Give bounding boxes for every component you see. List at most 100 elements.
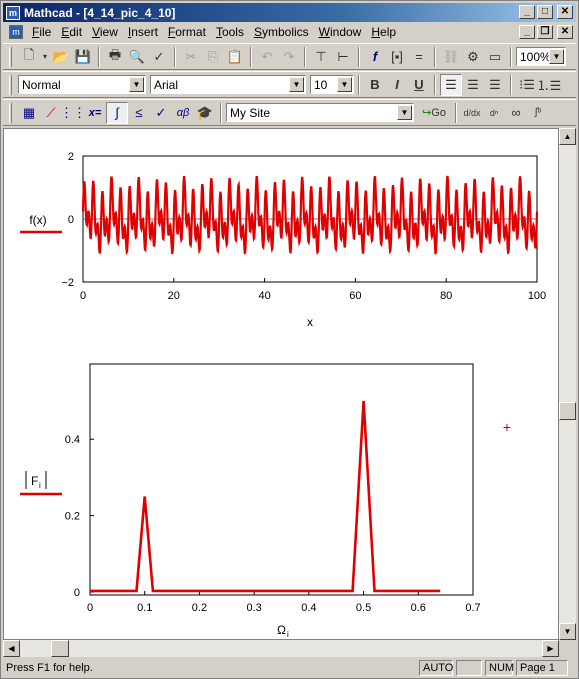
plot-1-xtick-label: 80 xyxy=(440,290,452,302)
chevron-down-icon[interactable]: ▼ xyxy=(549,49,564,64)
bold-button[interactable]: B xyxy=(364,74,386,96)
programming-icon[interactable]: ✓ xyxy=(150,102,172,124)
vertical-scrollbar[interactable]: ▲ ▼ xyxy=(559,128,576,640)
zoom-select[interactable]: 100% ▼ xyxy=(516,47,566,66)
font-size-select[interactable]: 10 ▼ xyxy=(310,75,354,94)
formatting-toolbar: Normal ▼ Arial ▼ 10 ▼ B I U ☰ ☰ ☰ ⁝☰ ⒈☰ xyxy=(3,71,576,98)
go-button[interactable]: ↪ Go xyxy=(417,102,451,124)
scroll-left-arrow-icon[interactable]: ◀ xyxy=(3,640,20,657)
paste-icon[interactable]: 📋 xyxy=(224,46,246,68)
evaluation-icon[interactable]: x= xyxy=(84,102,106,124)
plot-2-frame xyxy=(89,363,474,596)
title-bar: m Mathcad - [4_14_pic_4_10] _ □ ✕ xyxy=(3,3,576,22)
worksheet[interactable]: 0 20 40 60 80 100 2 0 −2 f(x) x 0 0.1 0.2 0.3 0.4 0.… xyxy=(3,128,559,640)
chevron-down-icon[interactable]: ▼ xyxy=(337,77,352,92)
print-preview-icon[interactable]: 🔍 xyxy=(126,46,148,68)
mathcad-app-icon: m xyxy=(6,5,20,20)
plot-2-xtick-label: 0 xyxy=(87,602,93,614)
greek-icon[interactable]: αβ xyxy=(172,102,194,124)
calculate-icon[interactable]: = xyxy=(408,46,430,68)
plot-2[interactable]: 0 0.1 0.2 0.3 0.4 0.5 0.6 0.7 0.4 0.2 0 F i Ω i xyxy=(20,363,481,639)
align-top-icon[interactable]: ⊤ xyxy=(310,46,332,68)
align-center-icon[interactable]: ☰ xyxy=(462,74,484,96)
maximize-button[interactable]: □ xyxy=(537,5,553,19)
menu-insert[interactable]: Insert xyxy=(123,25,163,39)
insert-component-icon[interactable]: ⚙ xyxy=(462,46,484,68)
save-icon[interactable]: 💾 xyxy=(72,46,94,68)
horizontal-scrollbar[interactable]: ◀ ▶ xyxy=(3,640,559,657)
insert-hyperlink-icon[interactable]: ⛓ xyxy=(440,46,462,68)
vertical-scroll-thumb[interactable] xyxy=(559,402,576,420)
graph-icon[interactable]: ⟋ xyxy=(40,102,62,124)
horizontal-scroll-thumb[interactable] xyxy=(51,640,69,657)
spell-check-icon[interactable]: ✓ xyxy=(148,46,170,68)
italic-button[interactable]: I xyxy=(386,74,408,96)
matrix-icon[interactable]: ⋮⋮ xyxy=(60,102,86,124)
align-left-icon[interactable]: ⊢ xyxy=(332,46,354,68)
menu-file[interactable]: File xyxy=(27,25,56,39)
zoom-value: 100% xyxy=(520,49,551,64)
insert-unit-icon[interactable]: [▪] xyxy=(386,46,408,68)
menu-format[interactable]: Format xyxy=(163,25,211,39)
menu-help[interactable]: Help xyxy=(366,25,401,39)
copy-icon[interactable]: ⎘ xyxy=(202,46,224,68)
underline-button[interactable]: U xyxy=(408,74,430,96)
align-right-icon[interactable]: ☰ xyxy=(484,74,506,96)
scroll-right-arrow-icon[interactable]: ▶ xyxy=(542,640,559,657)
align-left-icon[interactable]: ☰ xyxy=(440,73,462,96)
menu-view[interactable]: View xyxy=(87,25,123,39)
plot-1[interactable]: 0 20 40 60 80 100 20−2 f(x) x xyxy=(20,151,546,329)
calculus-icon[interactable]: ∫ xyxy=(106,101,128,124)
nth-derivative-icon[interactable]: dⁿ xyxy=(483,102,505,124)
site-select[interactable]: My Site ▼ xyxy=(226,103,414,122)
chevron-down-icon[interactable]: ▼ xyxy=(397,105,412,120)
plot-2-ylabel-sub: i xyxy=(39,481,41,490)
minimize-button[interactable]: _ xyxy=(519,5,535,19)
doc-close-button[interactable]: ✕ xyxy=(557,25,573,39)
bullets-icon[interactable]: ⁝☰ xyxy=(516,74,538,96)
symbolic-icon[interactable]: 🎓 xyxy=(194,102,216,124)
status-empty-panel xyxy=(456,660,482,676)
chevron-down-icon[interactable]: ▼ xyxy=(129,77,144,92)
print-icon[interactable]: 🖶 xyxy=(104,46,126,68)
calculator-icon[interactable]: ▦ xyxy=(18,102,40,124)
numbering-icon[interactable]: ⒈☰ xyxy=(537,74,562,96)
menu-window[interactable]: Window xyxy=(314,25,367,39)
document-icon[interactable]: m xyxy=(9,25,23,39)
infinity-icon[interactable]: ∞ xyxy=(505,102,527,124)
definite-integral-icon[interactable]: ∫ᵇ xyxy=(527,102,549,124)
plot-1-xtick-label: 60 xyxy=(349,290,361,302)
plot-1-ylabel: f(x) xyxy=(29,213,46,227)
derivative-icon[interactable]: d/dx xyxy=(461,102,483,124)
chevron-down-icon[interactable]: ▼ xyxy=(289,77,304,92)
scroll-down-arrow-icon[interactable]: ▼ xyxy=(559,623,576,640)
plot-1-ytick-label: 0 xyxy=(68,214,74,226)
redo-icon[interactable]: ↷ xyxy=(278,46,300,68)
menu-symbolics[interactable]: Symbolics xyxy=(249,25,314,39)
cut-icon[interactable]: ✂ xyxy=(180,46,202,68)
plot-1-xtick-label: 0 xyxy=(80,290,86,302)
new-dropdown-icon[interactable]: ▾ xyxy=(40,46,50,68)
window-title: Mathcad - [4_14_pic_4_10] xyxy=(24,5,176,20)
toolbar-grip[interactable] xyxy=(9,46,12,67)
open-folder-icon[interactable]: 📂 xyxy=(50,46,72,68)
doc-restore-button[interactable]: ❐ xyxy=(537,25,553,39)
plots-canvas: 0 20 40 60 80 100 20−2 f(x) x 0 0.1 0.2 0.3 0.4 0.… xyxy=(20,151,546,639)
font-size-value: 10 xyxy=(314,77,328,92)
new-document-icon[interactable]: 🗋 xyxy=(18,46,40,68)
menu-tools[interactable]: Tools xyxy=(211,25,249,39)
doc-minimize-button[interactable]: _ xyxy=(519,25,535,39)
resources-icon[interactable]: ▭ xyxy=(484,46,506,68)
close-button[interactable]: ✕ xyxy=(557,5,573,19)
font-select[interactable]: Arial ▼ xyxy=(150,75,306,94)
toolbar-grip[interactable] xyxy=(9,74,12,95)
status-bar: Press F1 for help. AUTO NUM Page 1 xyxy=(3,658,576,678)
menu-edit[interactable]: Edit xyxy=(56,25,87,39)
scroll-up-arrow-icon[interactable]: ▲ xyxy=(559,128,576,145)
site-value: My Site xyxy=(230,105,271,120)
toolbar-grip[interactable] xyxy=(9,102,12,123)
style-select[interactable]: Normal ▼ xyxy=(18,75,146,94)
undo-icon[interactable]: ↶ xyxy=(256,46,278,68)
boolean-icon[interactable]: ≤ xyxy=(128,102,150,124)
insert-function-icon[interactable]: f xyxy=(364,46,386,68)
